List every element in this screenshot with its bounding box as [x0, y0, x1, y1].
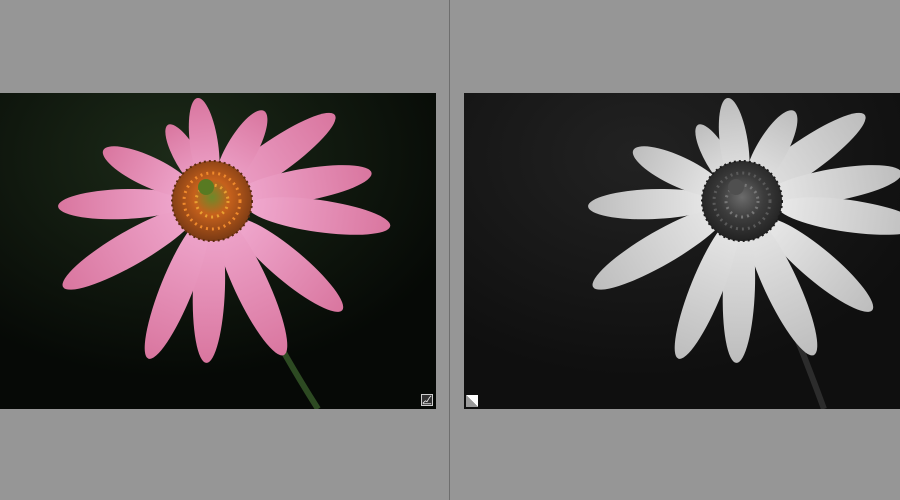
corner-flag-icon[interactable] — [466, 395, 478, 407]
after-panel[interactable] — [450, 0, 900, 500]
before-panel[interactable] — [0, 0, 449, 500]
after-photo[interactable] — [464, 93, 900, 409]
compare-view — [0, 0, 900, 500]
before-photo[interactable] — [0, 93, 436, 409]
histogram-icon[interactable] — [421, 394, 433, 406]
coneflower-monochrome-image — [464, 93, 900, 409]
coneflower-color-image — [0, 93, 436, 409]
